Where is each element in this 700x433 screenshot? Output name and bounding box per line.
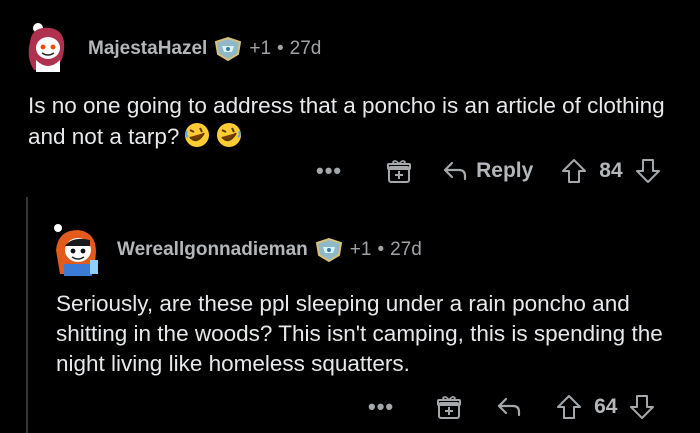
award-count: +1 (349, 239, 372, 260)
award-badge-icon[interactable] (213, 36, 243, 62)
reply-arrow-icon[interactable] (496, 396, 522, 418)
comment-actions: ••• Reply 84 (316, 158, 661, 184)
vote-count: 84 (599, 159, 623, 182)
comment-body: Is no one going to address that a poncho… (28, 91, 678, 152)
reply-label: Reply (476, 159, 534, 182)
thread-line[interactable] (26, 197, 28, 433)
reply-button[interactable]: Reply (442, 159, 533, 183)
username[interactable]: MajestaHazel (88, 38, 207, 60)
vote-count: 64 (594, 395, 618, 418)
comment-age: 27d (289, 38, 322, 59)
avatar[interactable] (22, 22, 70, 72)
award-badge-icon[interactable] (314, 237, 344, 263)
comment-meta: Wereallgonnadieman +1 • 27d (117, 237, 422, 263)
downvote-icon[interactable] (629, 394, 655, 420)
meta-separator: • (277, 38, 284, 59)
avatar[interactable] (50, 224, 98, 276)
more-options-button[interactable]: ••• (316, 160, 342, 182)
reply-arrow-icon (442, 160, 468, 182)
upvote-icon[interactable] (561, 158, 587, 184)
rolling-on-floor-laughing-icon (183, 121, 211, 149)
meta-separator: • (377, 239, 385, 260)
username[interactable]: Wereallgonnadieman (117, 239, 308, 261)
comment-body: Seriously, are these ppl sleeping under … (56, 289, 676, 379)
gift-award-icon[interactable] (386, 158, 412, 184)
comment-actions: ••• 64 (368, 394, 655, 420)
comment-age: 27d (390, 239, 422, 260)
downvote-icon[interactable] (635, 158, 661, 184)
rolling-on-floor-laughing-icon (215, 121, 243, 149)
more-options-button[interactable]: ••• (368, 396, 394, 418)
comment-body-text: Seriously, are these ppl sleeping under … (56, 291, 663, 376)
gift-award-icon[interactable] (436, 394, 462, 420)
comment-body-text: Is no one going to address that a poncho… (28, 93, 665, 149)
comment-meta: MajestaHazel +1 • 27d (88, 36, 321, 62)
award-count: +1 (249, 38, 272, 59)
upvote-icon[interactable] (556, 394, 582, 420)
